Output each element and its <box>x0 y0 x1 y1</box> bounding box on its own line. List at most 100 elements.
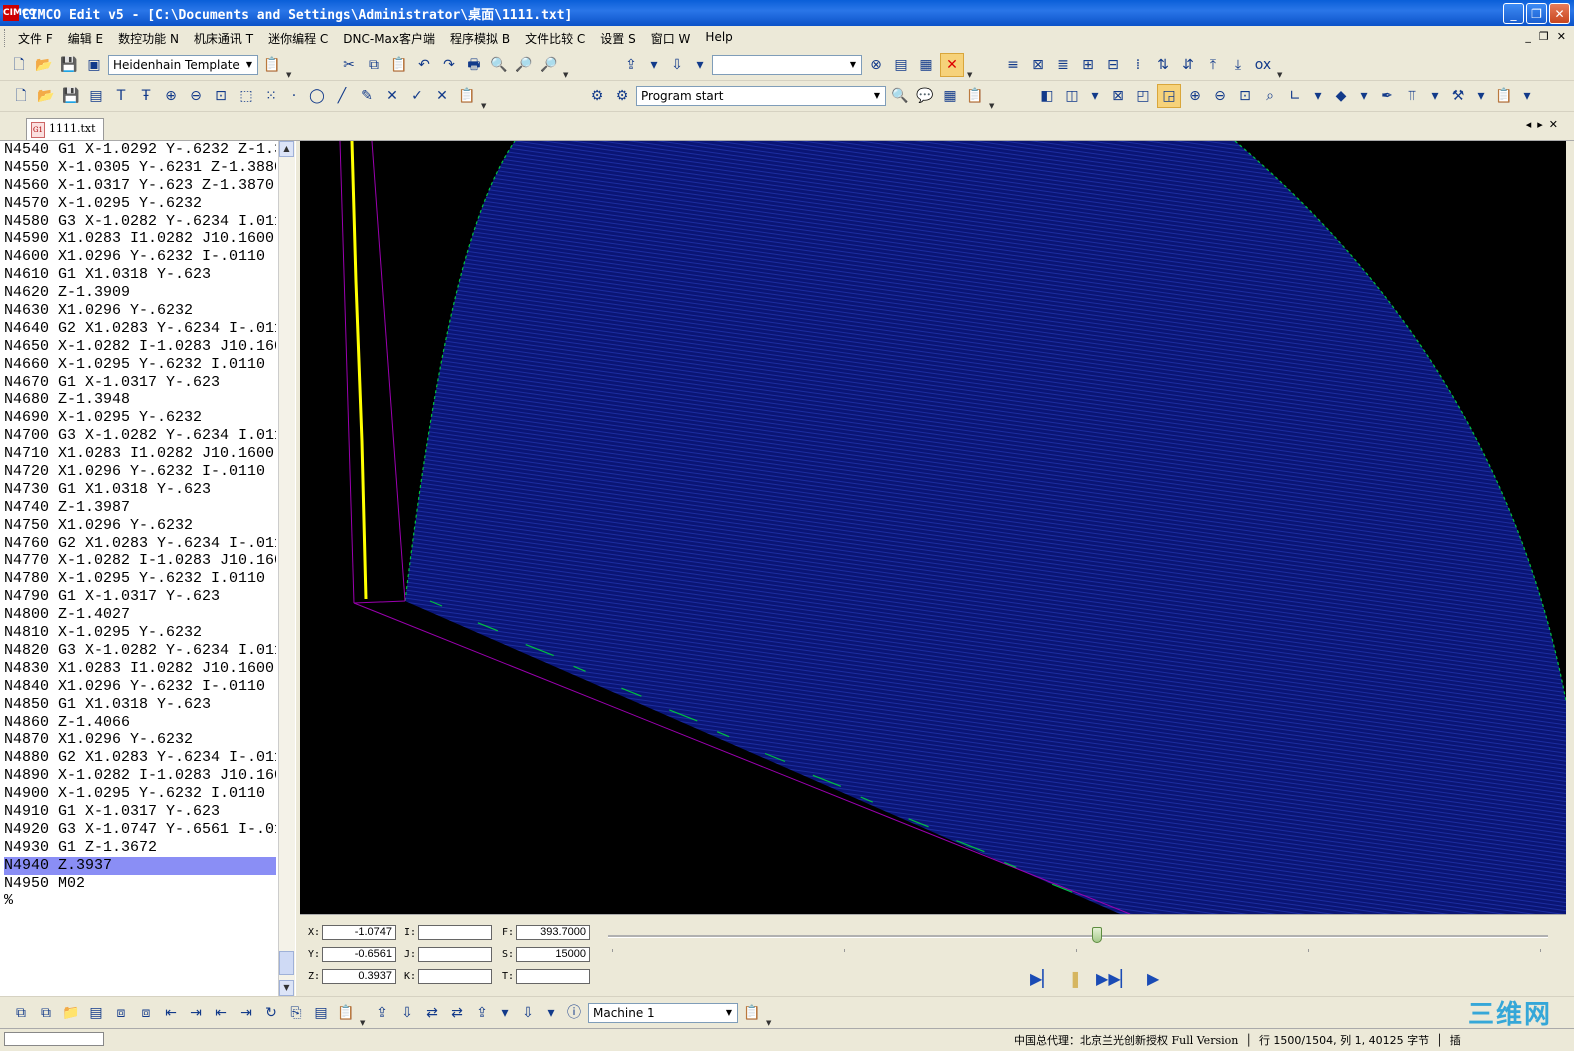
code-line[interactable]: N4780 X-1.0295 Y-.6232 I.0110 <box>4 570 276 588</box>
indent-icon[interactable]: ⇤ <box>210 1002 232 1024</box>
editor-scrollbar[interactable]: ▲ ▼ <box>278 141 295 996</box>
remove-spaces-icon[interactable]: ⊟ <box>1102 54 1124 76</box>
code-line[interactable]: N4920 G3 X-1.0747 Y-.6561 I-.0110 <box>4 821 276 839</box>
toolbar-overflow-icon[interactable]: ▼ <box>1277 53 1285 79</box>
code-line[interactable]: N4540 G1 X-1.0292 Y-.6232 Z-1.3870 <box>4 141 276 159</box>
menu-window[interactable]: 窗口 W <box>651 30 691 47</box>
page-setup-icon[interactable]: ▤ <box>85 85 107 107</box>
paste-doc-icon[interactable]: ⧉ <box>35 1002 57 1024</box>
chevron-down-icon[interactable]: ▾ <box>645 54 663 76</box>
check-icon[interactable]: ✓ <box>406 85 428 107</box>
move-up-icon[interactable]: ⤒ <box>1202 54 1224 76</box>
code-line[interactable]: % <box>4 892 276 910</box>
code-line[interactable]: N4860 Z-1.4066 <box>4 714 276 732</box>
simulation-progress-slider[interactable] <box>608 927 1548 943</box>
code-line[interactable]: N4870 X1.0296 Y-.6232 <box>4 731 276 749</box>
menu-help[interactable]: Help <box>705 30 732 47</box>
code-line[interactable]: N4670 G1 X-1.0317 Y-.623 <box>4 374 276 392</box>
scroll-down-icon[interactable]: ▼ <box>279 980 294 996</box>
program-start-select[interactable]: Program start ▼ <box>636 86 886 106</box>
zoom-out-icon[interactable]: ⊖ <box>185 85 207 107</box>
save-all-icon[interactable]: ▣ <box>83 54 105 76</box>
code-line[interactable]: N4700 G3 X-1.0282 Y-.6234 I.0110 <box>4 427 276 445</box>
menu-dnc-max-client[interactable]: DNC-Max客户端 <box>343 30 435 47</box>
upload-icon[interactable]: ⇪ <box>471 1002 493 1024</box>
pen-icon[interactable]: ✎ <box>356 85 378 107</box>
menu-file-compare[interactable]: 文件比较 C <box>525 30 585 47</box>
code-line[interactable]: N4890 X-1.0282 I-1.0283 J10.1600 <box>4 767 276 785</box>
open-folder-icon[interactable]: 📂 <box>33 54 55 76</box>
menu-grip[interactable] <box>4 29 8 47</box>
sim-zoom-fit-icon[interactable]: ⊡ <box>1234 85 1256 107</box>
code-line[interactable]: N4680 Z-1.3948 <box>4 391 276 409</box>
code-line[interactable]: N4710 X1.0283 I1.0282 J10.1600 <box>4 445 276 463</box>
refresh-icon[interactable]: ↻ <box>260 1002 282 1024</box>
toolbar-overflow-icon[interactable]: ▼ <box>967 53 975 79</box>
mdi-close-button[interactable]: ✕ <box>1557 30 1566 43</box>
tool-icon[interactable]: ⫪ <box>1401 85 1423 107</box>
chevron-down-icon[interactable]: ▾ <box>1309 85 1327 107</box>
export-icon[interactable]: ⎘ <box>285 1002 307 1024</box>
skip-forward-icon[interactable]: ▶▶▏ <box>1096 969 1133 988</box>
save-icon[interactable]: 💾 <box>58 54 80 76</box>
folder-icon[interactable]: 📁 <box>60 1002 82 1024</box>
sim-zoom-dynamic-icon[interactable]: ⌕ <box>1259 85 1281 107</box>
chevron-down-icon[interactable]: ▾ <box>542 1002 560 1024</box>
machine-settings-icon[interactable]: 📋 <box>741 1002 763 1024</box>
dnc-send-icon[interactable]: ⇪ <box>371 1002 393 1024</box>
chevron-down-icon[interactable]: ▾ <box>1472 85 1490 107</box>
transfer-select[interactable]: ▼ <box>712 55 862 75</box>
code-line[interactable]: N4750 X1.0296 Y-.6232 <box>4 517 276 535</box>
ox-icon[interactable]: ox <box>1252 54 1274 76</box>
move-down-icon[interactable]: ⤓ <box>1227 54 1249 76</box>
list-icon[interactable]: ▤ <box>85 1002 107 1024</box>
split-icon[interactable]: ⇅ <box>1152 54 1174 76</box>
dnc-disconnect-icon[interactable]: ⇄ <box>446 1002 468 1024</box>
renumber-icon[interactable]: ≡ <box>1002 54 1024 76</box>
chevron-down-icon[interactable]: ▾ <box>496 1002 514 1024</box>
code-line[interactable]: N4830 X1.0283 I1.0282 J10.1600 <box>4 660 276 678</box>
cut-selection-icon[interactable]: ⧈ <box>135 1002 157 1024</box>
code-line[interactable]: N4690 X-1.0295 Y-.6232 <box>4 409 276 427</box>
outdent-icon[interactable]: ⇥ <box>235 1002 257 1024</box>
toolbar-overflow-icon[interactable]: ▼ <box>481 84 489 110</box>
scroll-thumb[interactable] <box>279 951 294 975</box>
chevron-down-icon[interactable]: ▾ <box>1518 85 1536 107</box>
machine-select[interactable]: Machine 1 ▼ <box>588 1003 738 1023</box>
axis-icon[interactable]: ∟ <box>1284 85 1306 107</box>
code-line[interactable]: N4900 X-1.0295 Y-.6232 I.0110 <box>4 785 276 803</box>
pause-icon[interactable]: ❚ <box>1069 969 1082 988</box>
move-right-icon[interactable]: ⇥ <box>185 1002 207 1024</box>
code-line[interactable]: N4760 G2 X1.0283 Y-.6234 I-.0110 <box>4 535 276 553</box>
sim-zoom-out-icon[interactable]: ⊖ <box>1209 85 1231 107</box>
chevron-down-icon[interactable]: ▾ <box>1355 85 1373 107</box>
code-line[interactable]: N4770 X-1.0282 I-1.0283 J10.1600 <box>4 552 276 570</box>
code-line[interactable]: N4880 G2 X1.0283 Y-.6234 I-.0110 <box>4 749 276 767</box>
text-tool-icon[interactable]: T <box>110 85 132 107</box>
view-left-icon[interactable]: ◧ <box>1036 85 1058 107</box>
slider-knob[interactable] <box>1091 927 1102 943</box>
template-edit-icon[interactable]: 📋 <box>261 54 283 76</box>
report-icon[interactable]: ▤ <box>310 1002 332 1024</box>
backplot-icon[interactable]: ⚙ <box>586 85 608 107</box>
grid-icon[interactable]: ⁙ <box>260 85 282 107</box>
line-icon[interactable]: ╱ <box>331 85 353 107</box>
code-line[interactable]: N4930 G1 Z-1.3672 <box>4 839 276 857</box>
code-line[interactable]: N4850 G1 X1.0318 Y-.623 <box>4 696 276 714</box>
nc-code-editor[interactable]: N4540 G1 X-1.0292 Y-.6232 Z-1.3870N4550 … <box>0 141 296 996</box>
chevron-down-icon[interactable]: ▾ <box>1086 85 1104 107</box>
toolbar-overflow-icon[interactable]: ▼ <box>360 1001 368 1027</box>
zoom-fit-icon[interactable]: ⊡ <box>210 85 232 107</box>
close-button[interactable]: ✕ <box>1549 3 1570 24</box>
toolbar-overflow-icon[interactable]: ▼ <box>563 53 571 79</box>
receive-file-icon[interactable]: ⇩ <box>666 54 688 76</box>
delete-icon[interactable]: ✕ <box>431 85 453 107</box>
mdi-restore-button[interactable]: ❐ <box>1539 30 1549 43</box>
copy-icon[interactable]: ⧉ <box>363 54 385 76</box>
tab-prev-icon[interactable]: ◂ <box>1526 118 1532 131</box>
send-file-icon[interactable]: ⇪ <box>620 54 642 76</box>
undo-icon[interactable]: ↶ <box>413 54 435 76</box>
view-front-icon[interactable]: ◰ <box>1132 85 1154 107</box>
stop-icon[interactable]: ⊗ <box>865 54 887 76</box>
zoom-in-icon[interactable]: ⊕ <box>160 85 182 107</box>
